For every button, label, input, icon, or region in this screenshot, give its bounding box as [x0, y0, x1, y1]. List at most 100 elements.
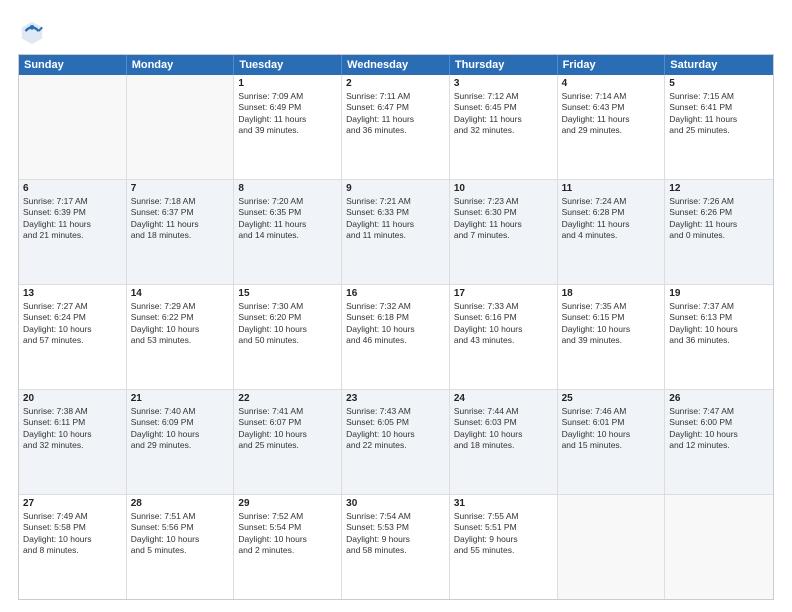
- calendar-cell: 29 Sunrise: 7:52 AMSunset: 5:54 PMDayligh…: [234, 495, 342, 599]
- cell-info: Sunrise: 7:11 AMSunset: 6:47 PMDaylight:…: [346, 91, 445, 137]
- day-number: 8: [238, 183, 337, 194]
- weekday-header: Thursday: [450, 55, 558, 75]
- calendar-cell: 18 Sunrise: 7:35 AMSunset: 6:15 PMDayligh…: [558, 285, 666, 389]
- calendar-cell: 11 Sunrise: 7:24 AMSunset: 6:28 PMDayligh…: [558, 180, 666, 284]
- day-number: 18: [562, 288, 661, 299]
- cell-info: Sunrise: 7:43 AMSunset: 6:05 PMDaylight:…: [346, 406, 445, 452]
- calendar-cell: 5 Sunrise: 7:15 AMSunset: 6:41 PMDaylight…: [665, 75, 773, 179]
- calendar-cell: 3Sunrise: 7:12 AMSunset: 6:45 PMDaylight…: [450, 75, 558, 179]
- cell-info: Sunrise: 7:54 AMSunset: 5:53 PMDaylight:…: [346, 511, 445, 557]
- cell-info: Sunrise: 7:09 AMSunset: 6:49 PMDaylight:…: [238, 91, 337, 137]
- weekday-header: Tuesday: [234, 55, 342, 75]
- calendar-row: 27 Sunrise: 7:49 AMSunset: 5:58 PMDayligh…: [19, 495, 773, 599]
- cell-info: Sunrise: 7:29 AMSunset: 6:22 PMDaylight:…: [131, 301, 230, 347]
- day-number: 21: [131, 393, 230, 404]
- day-number: 24: [454, 393, 553, 404]
- weekday-header: Friday: [558, 55, 666, 75]
- cell-info: Sunrise: 7:30 AMSunset: 6:20 PMDaylight:…: [238, 301, 337, 347]
- calendar-cell: 17 Sunrise: 7:33 AMSunset: 6:16 PMDayligh…: [450, 285, 558, 389]
- weekday-header: Sunday: [19, 55, 127, 75]
- day-number: 25: [562, 393, 661, 404]
- calendar-cell: 24Sunrise: 7:44 AMSunset: 6:03 PMDayligh…: [450, 390, 558, 494]
- logo-icon: [18, 18, 46, 46]
- calendar-cell: 15 Sunrise: 7:30 AMSunset: 6:20 PMDayligh…: [234, 285, 342, 389]
- calendar-cell: 14 Sunrise: 7:29 AMSunset: 6:22 PMDayligh…: [127, 285, 235, 389]
- calendar-cell: 12Sunrise: 7:26 AMSunset: 6:26 PMDayligh…: [665, 180, 773, 284]
- calendar-cell: 9Sunrise: 7:21 AMSunset: 6:33 PMDaylight…: [342, 180, 450, 284]
- calendar-cell: 21 Sunrise: 7:40 AMSunset: 6:09 PMDayligh…: [127, 390, 235, 494]
- day-number: 7: [131, 183, 230, 194]
- weekday-header: Wednesday: [342, 55, 450, 75]
- calendar-cell: 28 Sunrise: 7:51 AMSunset: 5:56 PMDayligh…: [127, 495, 235, 599]
- calendar-cell: 23 Sunrise: 7:43 AMSunset: 6:05 PMDayligh…: [342, 390, 450, 494]
- calendar-row: 6Sunrise: 7:17 AMSunset: 6:39 PMDaylight…: [19, 180, 773, 285]
- day-number: 27: [23, 498, 122, 509]
- day-number: 19: [669, 288, 769, 299]
- cell-info: Sunrise: 7:49 AMSunset: 5:58 PMDaylight:…: [23, 511, 122, 557]
- weekday-header: Saturday: [665, 55, 773, 75]
- calendar-header: SundayMondayTuesdayWednesdayThursdayFrid…: [19, 55, 773, 75]
- calendar-cell: 20Sunrise: 7:38 AMSunset: 6:11 PMDayligh…: [19, 390, 127, 494]
- cell-info: Sunrise: 7:18 AMSunset: 6:37 PMDaylight:…: [131, 196, 230, 242]
- header: [18, 18, 774, 46]
- cell-info: Sunrise: 7:26 AMSunset: 6:26 PMDaylight:…: [669, 196, 769, 242]
- cell-info: Sunrise: 7:14 AMSunset: 6:43 PMDaylight:…: [562, 91, 661, 137]
- cell-info: Sunrise: 7:35 AMSunset: 6:15 PMDaylight:…: [562, 301, 661, 347]
- day-number: 31: [454, 498, 553, 509]
- day-number: 11: [562, 183, 661, 194]
- calendar-cell: [558, 495, 666, 599]
- cell-info: Sunrise: 7:15 AMSunset: 6:41 PMDaylight:…: [669, 91, 769, 137]
- calendar-cell: 8 Sunrise: 7:20 AMSunset: 6:35 PMDaylight…: [234, 180, 342, 284]
- cell-info: Sunrise: 7:32 AMSunset: 6:18 PMDaylight:…: [346, 301, 445, 347]
- calendar-cell: 31Sunrise: 7:55 AMSunset: 5:51 PMDayligh…: [450, 495, 558, 599]
- cell-info: Sunrise: 7:23 AMSunset: 6:30 PMDaylight:…: [454, 196, 553, 242]
- calendar-cell: 27 Sunrise: 7:49 AMSunset: 5:58 PMDayligh…: [19, 495, 127, 599]
- calendar-cell: 1Sunrise: 7:09 AMSunset: 6:49 PMDaylight…: [234, 75, 342, 179]
- day-number: 29: [238, 498, 337, 509]
- cell-info: Sunrise: 7:24 AMSunset: 6:28 PMDaylight:…: [562, 196, 661, 242]
- cell-info: Sunrise: 7:27 AMSunset: 6:24 PMDaylight:…: [23, 301, 122, 347]
- calendar-cell: 30Sunrise: 7:54 AMSunset: 5:53 PMDayligh…: [342, 495, 450, 599]
- cell-info: Sunrise: 7:41 AMSunset: 6:07 PMDaylight:…: [238, 406, 337, 452]
- calendar-cell: [127, 75, 235, 179]
- day-number: 23: [346, 393, 445, 404]
- day-number: 26: [669, 393, 769, 404]
- day-number: 10: [454, 183, 553, 194]
- day-number: 16: [346, 288, 445, 299]
- day-number: 4: [562, 78, 661, 89]
- logo: [18, 18, 50, 46]
- cell-info: Sunrise: 7:20 AMSunset: 6:35 PMDaylight:…: [238, 196, 337, 242]
- cell-info: Sunrise: 7:38 AMSunset: 6:11 PMDaylight:…: [23, 406, 122, 452]
- cell-info: Sunrise: 7:52 AMSunset: 5:54 PMDaylight:…: [238, 511, 337, 557]
- calendar: SundayMondayTuesdayWednesdayThursdayFrid…: [18, 54, 774, 600]
- day-number: 14: [131, 288, 230, 299]
- cell-info: Sunrise: 7:21 AMSunset: 6:33 PMDaylight:…: [346, 196, 445, 242]
- calendar-cell: 16 Sunrise: 7:32 AMSunset: 6:18 PMDayligh…: [342, 285, 450, 389]
- day-number: 13: [23, 288, 122, 299]
- calendar-cell: 10 Sunrise: 7:23 AMSunset: 6:30 PMDayligh…: [450, 180, 558, 284]
- calendar-cell: [665, 495, 773, 599]
- weekday-header: Monday: [127, 55, 235, 75]
- cell-info: Sunrise: 7:40 AMSunset: 6:09 PMDaylight:…: [131, 406, 230, 452]
- day-number: 28: [131, 498, 230, 509]
- day-number: 3: [454, 78, 553, 89]
- calendar-row: 20Sunrise: 7:38 AMSunset: 6:11 PMDayligh…: [19, 390, 773, 495]
- cell-info: Sunrise: 7:46 AMSunset: 6:01 PMDaylight:…: [562, 406, 661, 452]
- day-number: 15: [238, 288, 337, 299]
- page: SundayMondayTuesdayWednesdayThursdayFrid…: [0, 0, 792, 612]
- day-number: 22: [238, 393, 337, 404]
- calendar-cell: 4 Sunrise: 7:14 AMSunset: 6:43 PMDaylight…: [558, 75, 666, 179]
- cell-info: Sunrise: 7:51 AMSunset: 5:56 PMDaylight:…: [131, 511, 230, 557]
- cell-info: Sunrise: 7:37 AMSunset: 6:13 PMDaylight:…: [669, 301, 769, 347]
- day-number: 5: [669, 78, 769, 89]
- calendar-row: 13 Sunrise: 7:27 AMSunset: 6:24 PMDayligh…: [19, 285, 773, 390]
- calendar-cell: 2Sunrise: 7:11 AMSunset: 6:47 PMDaylight…: [342, 75, 450, 179]
- calendar-cell: 25 Sunrise: 7:46 AMSunset: 6:01 PMDayligh…: [558, 390, 666, 494]
- day-number: 17: [454, 288, 553, 299]
- calendar-cell: 13 Sunrise: 7:27 AMSunset: 6:24 PMDayligh…: [19, 285, 127, 389]
- cell-info: Sunrise: 7:33 AMSunset: 6:16 PMDaylight:…: [454, 301, 553, 347]
- calendar-cell: [19, 75, 127, 179]
- cell-info: Sunrise: 7:47 AMSunset: 6:00 PMDaylight:…: [669, 406, 769, 452]
- calendar-cell: 6Sunrise: 7:17 AMSunset: 6:39 PMDaylight…: [19, 180, 127, 284]
- day-number: 6: [23, 183, 122, 194]
